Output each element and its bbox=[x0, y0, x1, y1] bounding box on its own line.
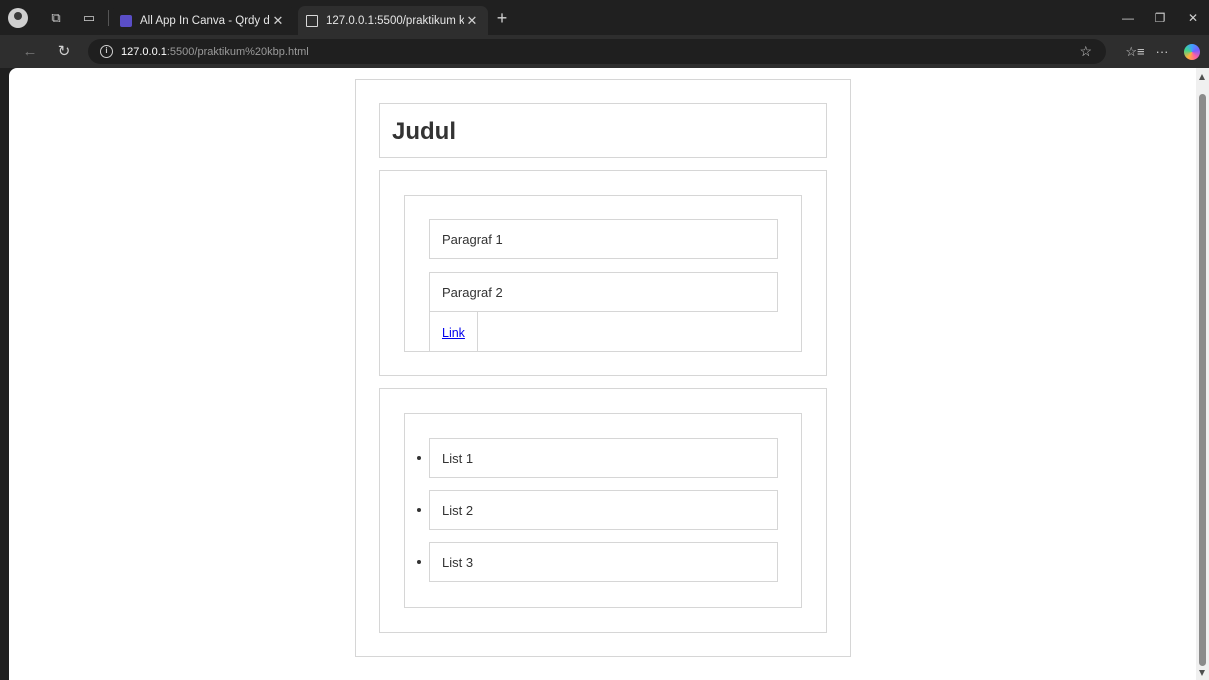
url-path: :5500/praktikum%20kbp.html bbox=[166, 45, 309, 58]
info-icon[interactable]: i bbox=[100, 45, 113, 58]
bullet-icon bbox=[417, 560, 421, 564]
new-tab-icon[interactable]: + bbox=[492, 9, 512, 29]
close-tab-icon[interactable]: ✕ bbox=[270, 13, 286, 29]
paragraph-box: Paragraf 1 bbox=[429, 219, 778, 259]
paragraph-text: Paragraf 2 bbox=[442, 285, 503, 300]
address-bar[interactable]: i 127.0.0.1:5500/praktikum%20kbp.html ☆ bbox=[88, 39, 1106, 64]
list-item: List 2 bbox=[417, 490, 778, 530]
tab-title: 127.0.0.1:5500/praktikum kbp.htm bbox=[326, 14, 464, 27]
header-box: Judul bbox=[379, 103, 827, 158]
page-title: Judul bbox=[392, 118, 456, 145]
more-icon[interactable]: ··· bbox=[1152, 43, 1172, 61]
scroll-thumb[interactable] bbox=[1199, 94, 1206, 666]
tab-canva[interactable]: All App In Canva - Qrdy dynamic ✕ bbox=[112, 6, 294, 35]
titlebar-divider bbox=[108, 10, 109, 26]
paragraph-box: Paragraf 2 bbox=[429, 272, 778, 312]
page-link[interactable]: Link bbox=[442, 326, 465, 340]
url-host: 127.0.0.1 bbox=[121, 45, 167, 58]
list-item-text: List 3 bbox=[442, 555, 474, 570]
scroll-down-icon[interactable] bbox=[1199, 670, 1205, 676]
paragraph-text: Paragraf 1 bbox=[442, 232, 503, 247]
page-scrollbar[interactable] bbox=[1196, 68, 1209, 680]
favorite-star-icon[interactable]: ☆ bbox=[1079, 43, 1092, 60]
close-tab-icon[interactable]: ✕ bbox=[464, 13, 480, 29]
link-box: Link bbox=[429, 311, 478, 351]
file-favicon-icon bbox=[306, 14, 318, 27]
tab-praktikum[interactable]: 127.0.0.1:5500/praktikum kbp.htm ✕ bbox=[298, 6, 488, 35]
tab-actions-icon[interactable]: ▭ bbox=[79, 8, 99, 28]
refresh-icon[interactable]: ↻ bbox=[54, 42, 74, 62]
scroll-up-icon[interactable] bbox=[1199, 74, 1205, 80]
canva-favicon-icon bbox=[120, 14, 132, 27]
close-icon[interactable]: ✕ bbox=[1183, 9, 1203, 27]
restore-icon[interactable]: ❐ bbox=[1150, 9, 1170, 27]
list-item-text: List 1 bbox=[442, 451, 474, 466]
profile-icon[interactable] bbox=[8, 8, 28, 28]
minimize-icon[interactable]: — bbox=[1118, 9, 1138, 27]
page-viewport: Judul Paragraf 1 Paragraf 2 Link List 1 … bbox=[9, 68, 1196, 680]
list-item: List 1 bbox=[417, 438, 778, 478]
copilot-icon[interactable] bbox=[1184, 44, 1200, 60]
favorites-icon[interactable]: ☆≡ bbox=[1125, 43, 1145, 61]
list-item-text: List 2 bbox=[442, 503, 474, 518]
browser-titlebar: ⧉ ▭ All App In Canva - Qrdy dynamic ✕ 12… bbox=[0, 0, 1209, 35]
back-icon[interactable]: ← bbox=[20, 42, 40, 62]
browser-toolbar: ← ↻ i 127.0.0.1:5500/praktikum%20kbp.htm… bbox=[0, 35, 1209, 68]
tab-title: All App In Canva - Qrdy dynamic bbox=[140, 14, 270, 27]
list-item: List 3 bbox=[417, 542, 778, 582]
workspaces-icon[interactable]: ⧉ bbox=[46, 8, 66, 28]
bullet-icon bbox=[417, 456, 421, 460]
bullet-icon bbox=[417, 508, 421, 512]
